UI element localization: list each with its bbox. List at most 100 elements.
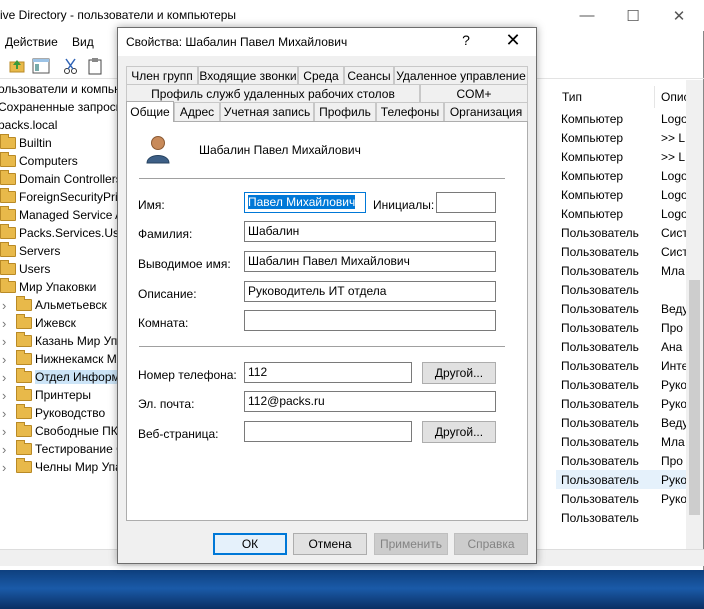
maximize-icon[interactable]: ☐ xyxy=(610,0,656,31)
table-row[interactable]: Компьютер >> L xyxy=(556,128,686,147)
ok-button[interactable]: ОК xyxy=(213,533,287,555)
tree-item[interactable]: › Тестирование С xyxy=(2,440,118,458)
tab-account[interactable]: Учетная запись xyxy=(220,102,314,121)
table-row[interactable]: Пользователь Сист xyxy=(556,242,686,261)
help-button[interactable]: Справка xyxy=(454,533,528,555)
tree-item[interactable]: › Альметьевск xyxy=(2,296,107,314)
table-row[interactable]: Пользователь Руко xyxy=(556,394,686,413)
tree-item[interactable]: ользователи и компьют xyxy=(0,80,118,98)
phone-field[interactable]: 112 xyxy=(244,362,412,383)
help-icon[interactable]: ? xyxy=(455,32,477,52)
tab-address[interactable]: Адрес xyxy=(174,102,220,121)
table-row[interactable]: Пользователь Инте xyxy=(556,356,686,375)
chevron-right-icon[interactable]: › xyxy=(2,388,6,403)
tree-item[interactable]: › Челны Мир Упа xyxy=(2,458,118,476)
cut-icon[interactable] xyxy=(62,57,80,75)
tab-sessions[interactable]: Сеансы xyxy=(344,66,394,85)
menu-action[interactable]: Действие xyxy=(5,35,58,49)
web-other-button[interactable]: Другой... xyxy=(422,421,496,443)
cell-type: Пользователь xyxy=(561,264,639,278)
tree-item[interactable]: › Ижевск xyxy=(2,314,76,332)
table-row[interactable]: Пользователь Веду xyxy=(556,299,686,318)
office-field[interactable] xyxy=(244,310,496,331)
column-header-type[interactable]: Тип xyxy=(556,86,655,108)
tree-item[interactable]: Сохраненные запросы xyxy=(0,98,118,116)
tree-item[interactable]: › Казань Мир Упа xyxy=(2,332,118,350)
tree-item[interactable]: Managed Service A xyxy=(0,206,118,224)
table-row[interactable]: Пользователь Ана xyxy=(556,337,686,356)
table-row[interactable]: Пользователь xyxy=(556,280,686,299)
chevron-right-icon[interactable]: › xyxy=(2,316,6,331)
table-row[interactable]: Компьютер Logo xyxy=(556,185,686,204)
tree-item[interactable]: › Принтеры xyxy=(2,386,91,404)
chevron-right-icon[interactable]: › xyxy=(2,460,6,475)
tree-item[interactable]: › Нижнекамск М xyxy=(2,350,117,368)
tab-environment[interactable]: Среда xyxy=(298,66,344,85)
close-icon[interactable]: ✕ xyxy=(500,30,526,52)
chevron-right-icon[interactable]: › xyxy=(2,298,6,313)
chevron-right-icon[interactable]: › xyxy=(2,370,6,385)
clipboard-icon[interactable] xyxy=(86,57,104,75)
tree-item-label: Свободные ПК xyxy=(35,424,118,438)
initials-field[interactable] xyxy=(436,192,496,213)
table-row[interactable]: Компьютер >> L xyxy=(556,147,686,166)
tab-organization[interactable]: Организация xyxy=(444,102,528,121)
table-row[interactable]: Компьютер Logo xyxy=(556,166,686,185)
chevron-right-icon[interactable]: › xyxy=(2,442,6,457)
tab-remote-control[interactable]: Удаленное управление xyxy=(394,66,528,85)
chevron-right-icon[interactable]: › xyxy=(2,334,6,349)
up-folder-icon[interactable] xyxy=(8,57,26,75)
description-field[interactable]: Руководитель ИТ отдела xyxy=(244,281,496,302)
tab-telephones[interactable]: Телефоны xyxy=(376,102,444,121)
table-row[interactable]: Пользователь Про xyxy=(556,451,686,470)
scrollbar-thumb[interactable] xyxy=(689,280,700,515)
chevron-right-icon[interactable]: › xyxy=(2,352,6,367)
vertical-scrollbar[interactable] xyxy=(686,80,703,550)
chevron-right-icon[interactable]: › xyxy=(2,424,6,439)
cell-type: Пользователь xyxy=(561,511,639,525)
apply-button[interactable]: Применить xyxy=(374,533,448,555)
console-tree-icon[interactable] xyxy=(32,57,50,75)
phone-other-button[interactable]: Другой... xyxy=(422,362,496,384)
tree-item[interactable]: › Отдел Информ xyxy=(2,368,118,386)
table-row[interactable]: Пользователь Руко xyxy=(556,470,686,489)
chevron-right-icon[interactable]: › xyxy=(2,406,6,421)
email-field[interactable]: 112@packs.ru xyxy=(244,391,496,412)
tree-item[interactable]: Мир Упаковки xyxy=(0,278,96,296)
tab-com-plus[interactable]: COM+ xyxy=(420,84,528,103)
tree-item[interactable]: Builtin xyxy=(0,134,52,152)
table-row[interactable]: Пользователь Мла xyxy=(556,261,686,280)
tree-item[interactable]: Computers xyxy=(0,152,78,170)
cell-type: Пользователь xyxy=(561,245,639,259)
tree-item[interactable]: Domain Controllers xyxy=(0,170,118,188)
tab-profile[interactable]: Профиль xyxy=(314,102,376,121)
tree-item[interactable]: › Руководство xyxy=(2,404,105,422)
table-row[interactable]: Пользователь xyxy=(556,508,686,527)
tab-general[interactable]: Общие xyxy=(126,101,174,122)
table-row[interactable]: Компьютер Logo xyxy=(556,204,686,223)
close-window-icon[interactable]: ✕ xyxy=(656,0,702,31)
tree-item[interactable]: packs.local xyxy=(0,116,57,134)
web-page-field[interactable] xyxy=(244,421,412,442)
table-row[interactable]: Пользователь Мла xyxy=(556,432,686,451)
tree-item[interactable]: ForeignSecurityPrin xyxy=(0,188,118,206)
tab-member-of[interactable]: Член групп xyxy=(126,66,198,85)
table-row[interactable]: Компьютер Logo xyxy=(556,109,686,128)
table-row[interactable]: Пользователь Руко xyxy=(556,489,686,508)
display-name-field[interactable]: Шабалин Павел Михайлович xyxy=(244,251,496,272)
first-name-field[interactable]: Павел Михайлович xyxy=(244,192,366,213)
table-row[interactable]: Пользователь Руко xyxy=(556,375,686,394)
table-row[interactable]: Пользователь Сист xyxy=(556,223,686,242)
tree-item[interactable]: Users xyxy=(0,260,50,278)
tree-item[interactable]: Servers xyxy=(0,242,60,260)
last-name-field[interactable]: Шабалин xyxy=(244,221,496,242)
tree-item[interactable]: Packs.Services.Users xyxy=(0,224,118,242)
tree-item[interactable]: › Свободные ПК xyxy=(2,422,118,440)
tab-dial-in[interactable]: Входящие звонки xyxy=(198,66,298,85)
cancel-button[interactable]: Отмена xyxy=(293,533,367,555)
table-row[interactable]: Пользователь Веду xyxy=(556,413,686,432)
menu-view[interactable]: Вид xyxy=(72,35,94,49)
minimize-icon[interactable]: — xyxy=(564,0,610,31)
cell-description: >> L xyxy=(661,150,686,164)
table-row[interactable]: Пользователь Про xyxy=(556,318,686,337)
